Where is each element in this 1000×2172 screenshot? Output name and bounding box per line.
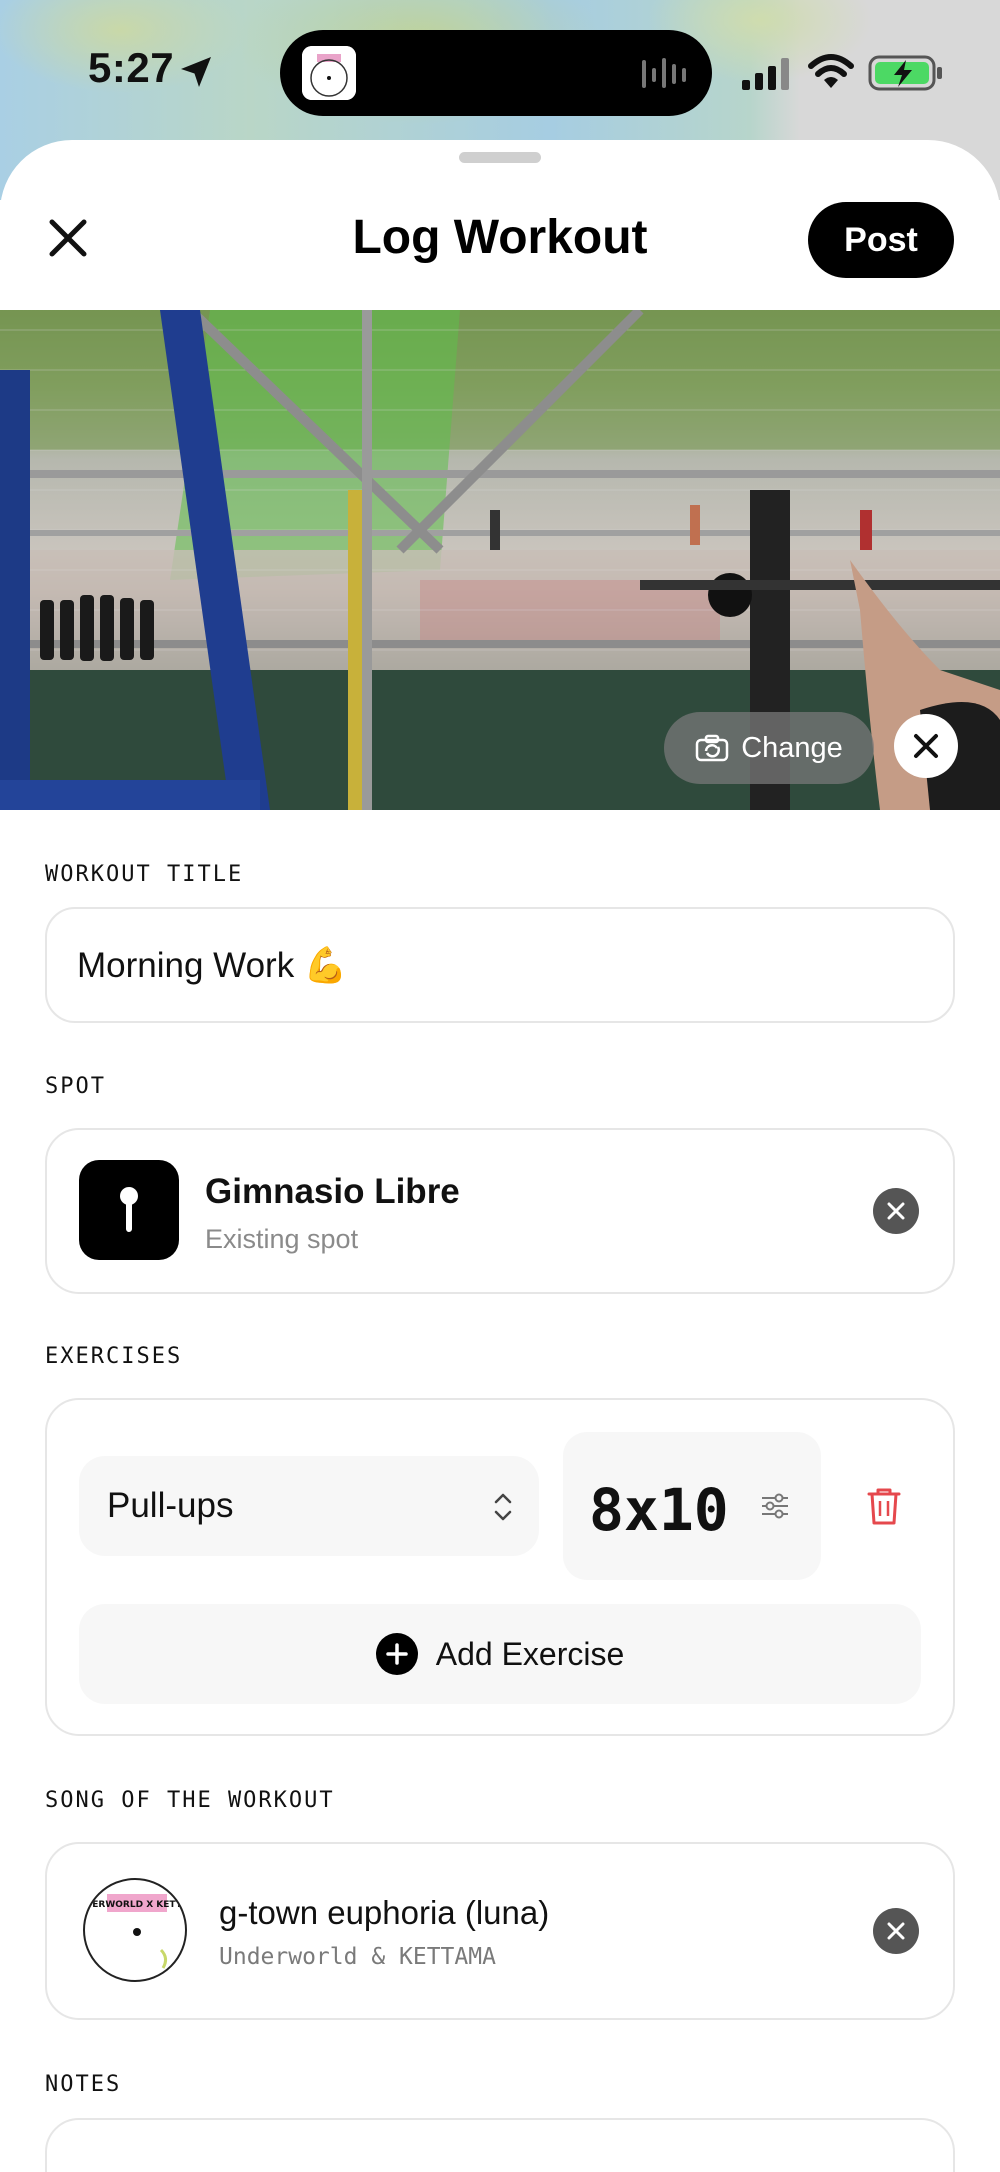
status-bar: 5:27 [0, 0, 1000, 140]
camera-icon [695, 734, 729, 762]
workout-photo[interactable]: Change [0, 310, 1000, 810]
exercise-name: Pull-ups [107, 1486, 234, 1525]
spot-subtitle: Existing spot [205, 1224, 359, 1254]
add-exercise-label: Add Exercise [435, 1635, 625, 1672]
plus-circle-icon [375, 1633, 418, 1675]
battery-charging-icon [868, 55, 942, 91]
status-time: 5:27 [88, 44, 175, 91]
remove-photo-button[interactable] [894, 714, 958, 778]
close-icon [887, 1922, 905, 1940]
song-label: SONG OF THE WORKOUT [45, 1788, 335, 1813]
add-exercise-button[interactable]: Add Exercise [79, 1604, 921, 1704]
change-photo-button[interactable]: Change [664, 712, 874, 784]
exercises-label: EXERCISES [45, 1344, 183, 1369]
post-button[interactable]: Post [808, 202, 954, 278]
exercise-select[interactable]: Pull-ups [79, 1456, 539, 1556]
workout-title-label: WORKOUT TITLE [45, 862, 244, 887]
sets-reps-value: 8x10 [589, 1476, 729, 1544]
spot-pin-icon [79, 1160, 179, 1260]
dynamic-island[interactable] [280, 30, 712, 116]
spot-name: Gimnasio Libre [205, 1172, 460, 1211]
change-photo-label: Change [741, 731, 843, 764]
spot-label: SPOT [45, 1074, 106, 1099]
sheet-grabber[interactable] [459, 152, 541, 163]
sets-reps-button[interactable]: 8x10 [563, 1432, 821, 1580]
chevron-up-down-icon [494, 1493, 512, 1521]
notes-input[interactable] [45, 2118, 955, 2172]
cellular-signal-icon [742, 58, 789, 90]
now-playing-artwork [302, 46, 356, 100]
spot-card[interactable]: Gimnasio Libre Existing spot [45, 1128, 955, 1294]
song-card[interactable]: UNDERWORLD X KETTAMA g-town euphoria (lu… [45, 1842, 955, 2020]
location-arrow-icon [181, 57, 211, 87]
sliders-icon [762, 1493, 788, 1519]
audio-waveform-icon [642, 58, 686, 88]
workout-title-input[interactable]: Morning Work 💪 [45, 907, 955, 1023]
exercises-card: Pull-ups 8x10 Add Exercise [45, 1398, 955, 1736]
song-title: g-town euphoria (luna) [219, 1894, 550, 1931]
close-icon [887, 1202, 905, 1220]
close-icon [914, 734, 938, 758]
song-artist: Underworld & KETTAMA [219, 1944, 496, 1970]
remove-song-button[interactable] [873, 1908, 919, 1954]
remove-spot-button[interactable] [873, 1188, 919, 1234]
album-art-text: UNDERWORLD X KETTAMA [85, 1900, 187, 1910]
wifi-icon [808, 54, 854, 88]
trash-icon[interactable] [865, 1486, 903, 1526]
notes-label: NOTES [45, 2072, 122, 2097]
album-art: UNDERWORLD X KETTAMA [83, 1878, 187, 1982]
